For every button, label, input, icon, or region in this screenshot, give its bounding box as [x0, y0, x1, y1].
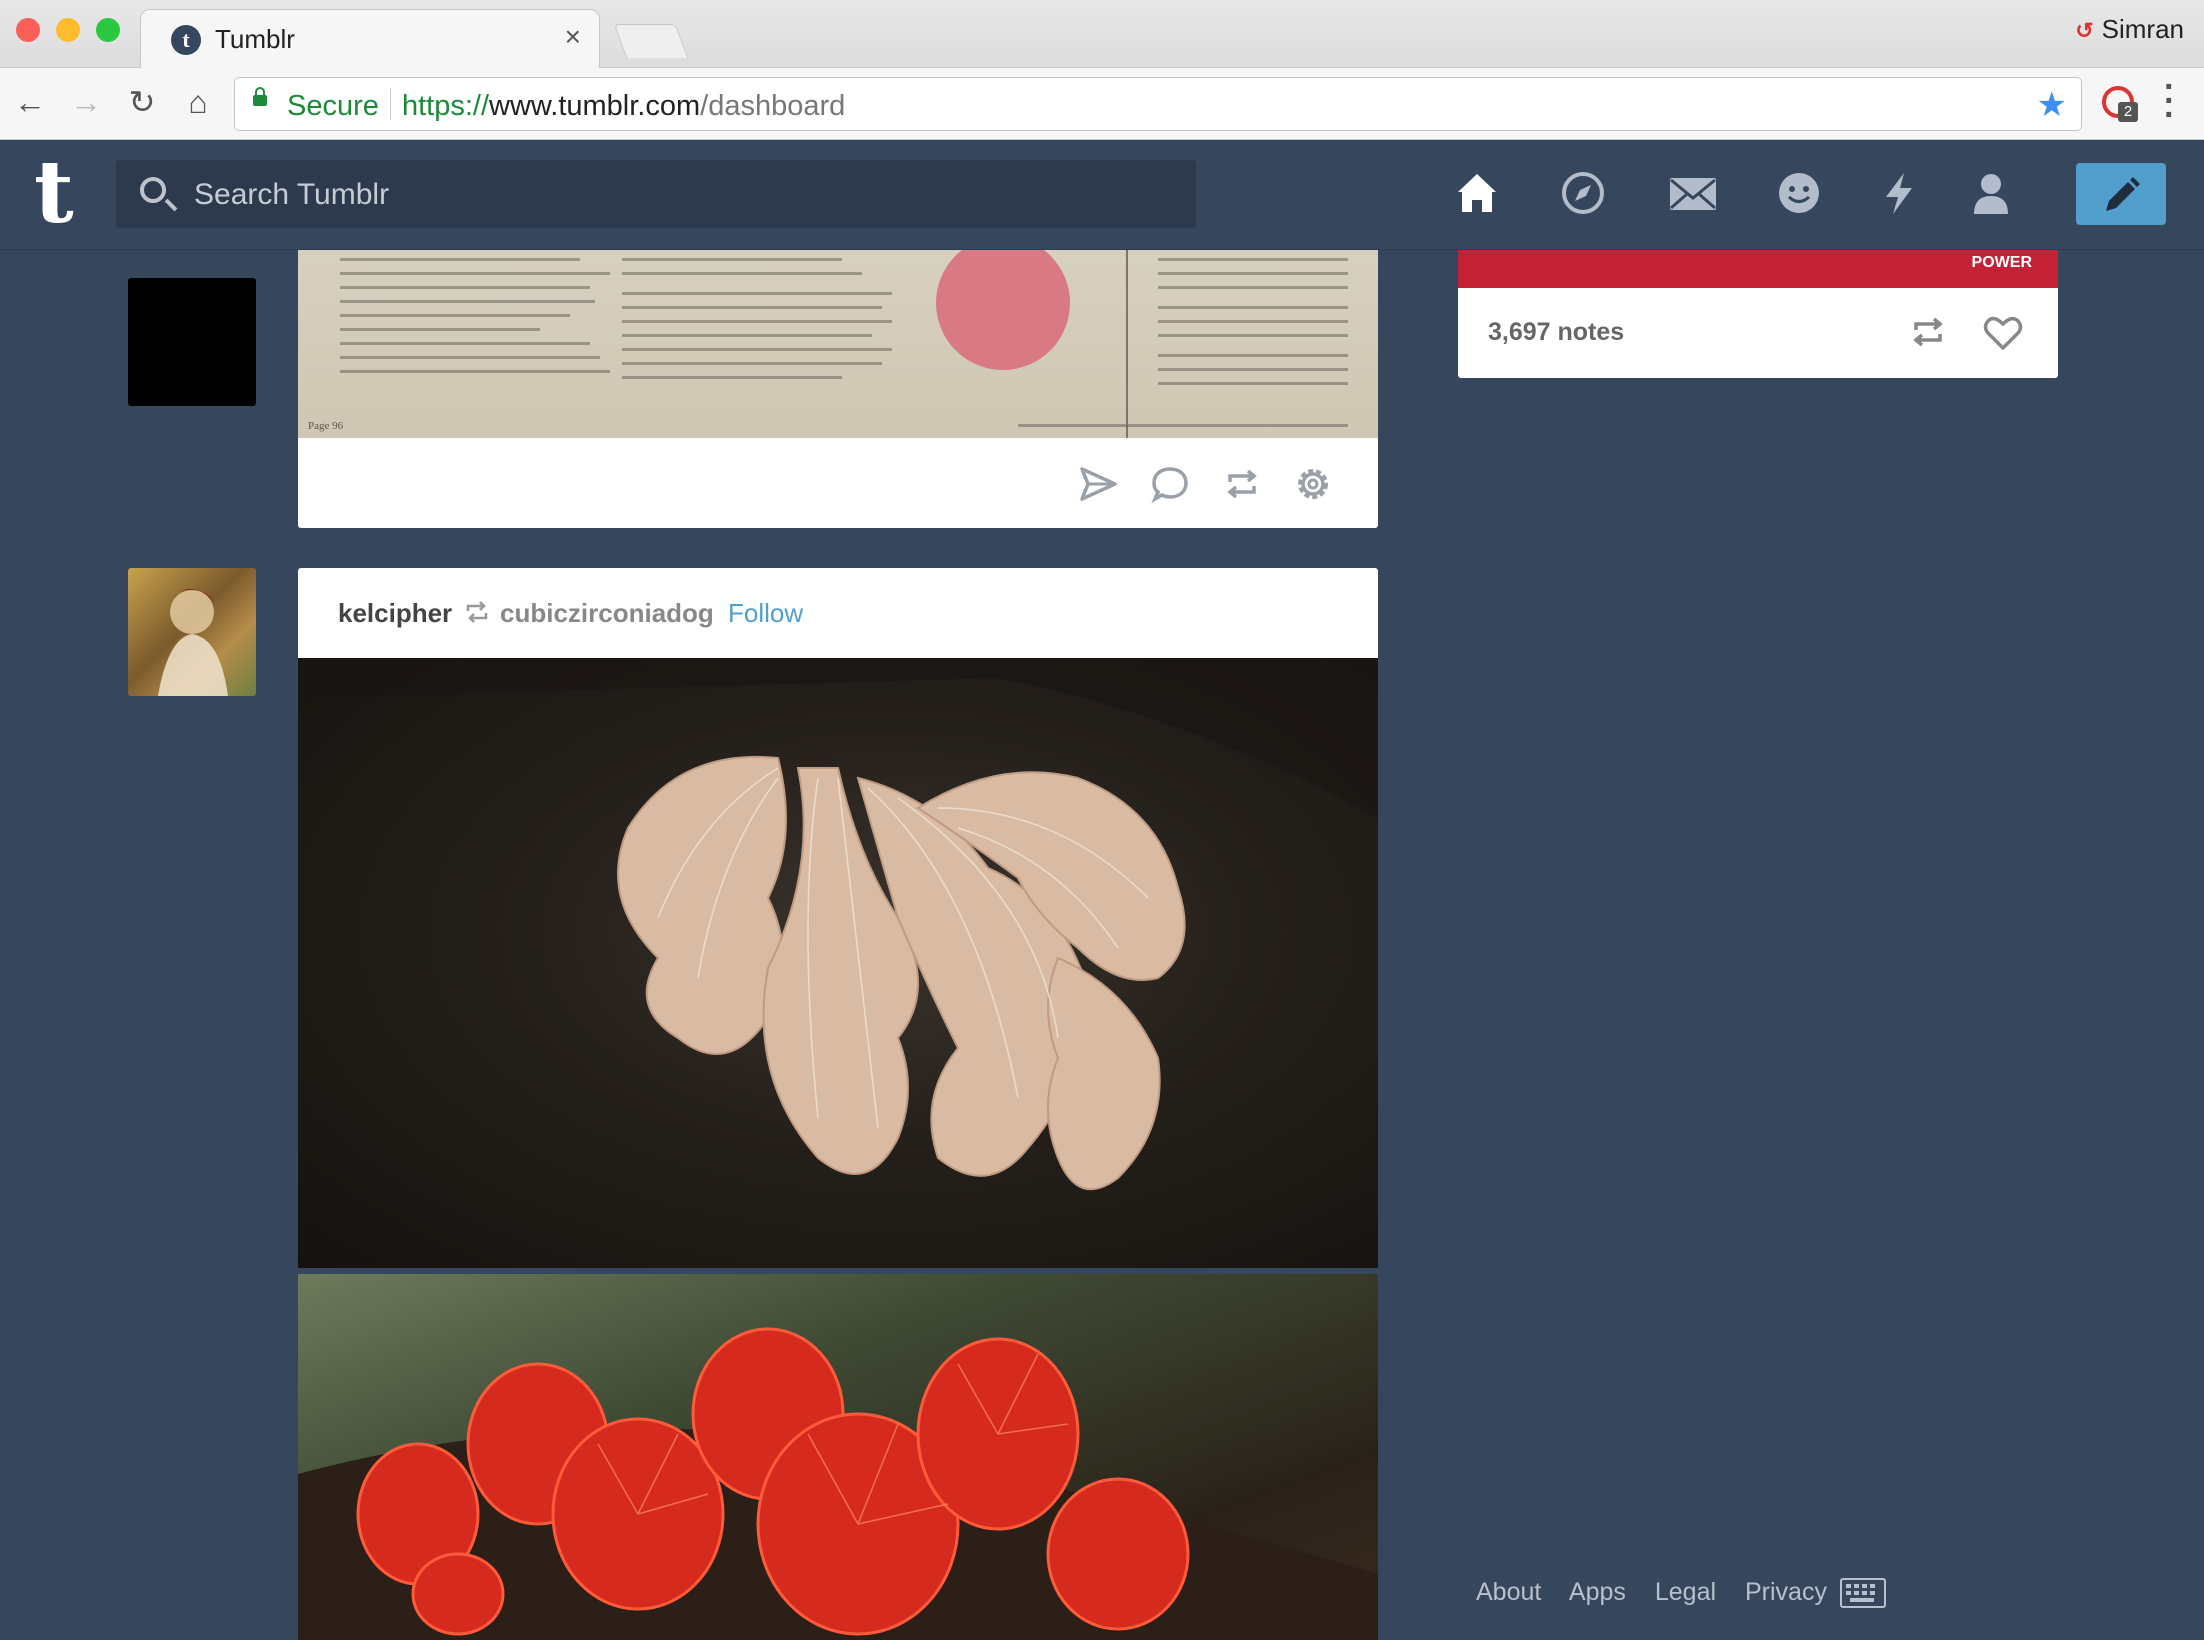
messaging-icon[interactable]	[1776, 170, 1822, 216]
follow-button[interactable]: Follow	[728, 598, 803, 629]
footer-link-legal[interactable]: Legal	[1655, 1578, 1716, 1606]
extension-icon[interactable]: 2	[2102, 86, 2138, 122]
clipping-column-divider	[1126, 250, 1128, 438]
close-window-button[interactable]	[16, 18, 40, 42]
notes-count[interactable]: 3,697 notes	[1488, 318, 1624, 347]
avatar-artwork	[158, 588, 228, 696]
banner-text: POWER	[1971, 254, 2032, 271]
tab-close-icon[interactable]: ×	[565, 21, 581, 53]
url-domain: www.tumblr.com	[489, 90, 701, 122]
url-path: /dashboard	[700, 90, 846, 122]
post-avatar[interactable]	[128, 568, 256, 696]
home-icon[interactable]	[1454, 170, 1500, 216]
address-bar[interactable]: Secure https://www.tumblr.com/dashboard …	[234, 77, 2082, 131]
mushroom-illustration	[298, 658, 1378, 1191]
tab-title: Tumblr	[215, 24, 295, 54]
footer-link-apps[interactable]: Apps	[1569, 1578, 1626, 1606]
red-mushroom-illustration	[298, 1327, 1378, 1640]
url-scheme: https://	[402, 90, 490, 122]
new-tab-button[interactable]	[613, 24, 689, 58]
tumblr-logo[interactable]: t	[34, 150, 74, 236]
tumblr-header: t Search Tumblr	[0, 140, 2204, 250]
browser-tabstrip: t Tumblr × ↺ Simran	[0, 0, 2204, 69]
share-icon[interactable]	[1078, 464, 1118, 504]
reblogged-from-link[interactable]: cubiczirconiadog	[500, 598, 714, 629]
dashboard-footer: About Apps Legal Privacy	[1476, 1578, 1849, 1607]
footer-link-privacy[interactable]: Privacy	[1745, 1578, 1827, 1606]
home-button[interactable]: ⌂	[178, 82, 218, 122]
tumblr-favicon-icon: t	[171, 25, 201, 55]
reply-icon[interactable]	[1150, 464, 1190, 504]
profile-name: Simran	[2101, 14, 2184, 44]
keyboard-icon	[1846, 1584, 1875, 1602]
reload-button[interactable]: ↻	[122, 82, 162, 122]
search-icon	[140, 177, 166, 203]
forward-button[interactable]: →	[66, 82, 106, 122]
reblog-icon	[466, 601, 488, 623]
activity-icon[interactable]	[1876, 170, 1922, 216]
sidebar-post-footer: 3,697 notes	[1458, 288, 2058, 378]
footer-link-about[interactable]: About	[1476, 1578, 1541, 1606]
extension-badge: 2	[2118, 102, 2138, 122]
post-footer	[298, 438, 1378, 528]
search-input[interactable]: Search Tumblr	[194, 178, 389, 212]
browser-tab[interactable]: t Tumblr ×	[140, 9, 600, 69]
profile-button[interactable]: ↺ Simran	[2075, 14, 2184, 45]
pencil-icon	[2106, 177, 2140, 211]
account-icon[interactable]	[1968, 170, 2014, 216]
like-heart-icon[interactable]	[1982, 312, 2024, 354]
reblog-icon[interactable]	[1222, 464, 1262, 504]
lock-icon	[253, 87, 267, 106]
secure-label: Secure	[287, 90, 379, 122]
browser-menu-icon[interactable]: · · ·	[2164, 70, 2175, 132]
divider	[390, 88, 391, 120]
reblog-icon[interactable]	[1908, 312, 1948, 352]
post-image-newspaper-clipping[interactable]: Page 96	[298, 250, 1378, 438]
keyboard-shortcuts-icon[interactable]	[1840, 1578, 1886, 1608]
settings-icon[interactable]	[1293, 464, 1333, 504]
inbox-icon[interactable]	[1668, 170, 1718, 216]
sidebar-radar-image[interactable]: POWER	[1458, 250, 2058, 288]
post-avatar[interactable]	[128, 278, 256, 406]
minimize-window-button[interactable]	[56, 18, 80, 42]
profile-sync-icon: ↺	[2075, 18, 2094, 43]
browser-toolbar: ← → ↻ ⌂ Secure https://www.tumblr.com/da…	[0, 68, 2204, 140]
explore-icon[interactable]	[1560, 170, 1606, 216]
post-photo-mushroom-white[interactable]	[298, 658, 1378, 1268]
potter-moore-logo	[936, 250, 1070, 370]
url-text[interactable]: https://www.tumblr.com/dashboard	[402, 90, 845, 123]
blog-name-link[interactable]: kelcipher	[338, 598, 452, 629]
back-button[interactable]: ←	[10, 82, 50, 122]
post-photo-mushroom-red[interactable]	[298, 1274, 1378, 1640]
bookmark-star-icon[interactable]: ★	[2037, 85, 2067, 125]
post-header: kelcipher cubiczirconiadog Follow	[298, 568, 1378, 658]
compose-button[interactable]	[2076, 163, 2166, 225]
clipping-page-number: Page 96	[308, 420, 344, 432]
search-bar[interactable]: Search Tumblr	[116, 160, 1196, 228]
maximize-window-button[interactable]	[96, 18, 120, 42]
